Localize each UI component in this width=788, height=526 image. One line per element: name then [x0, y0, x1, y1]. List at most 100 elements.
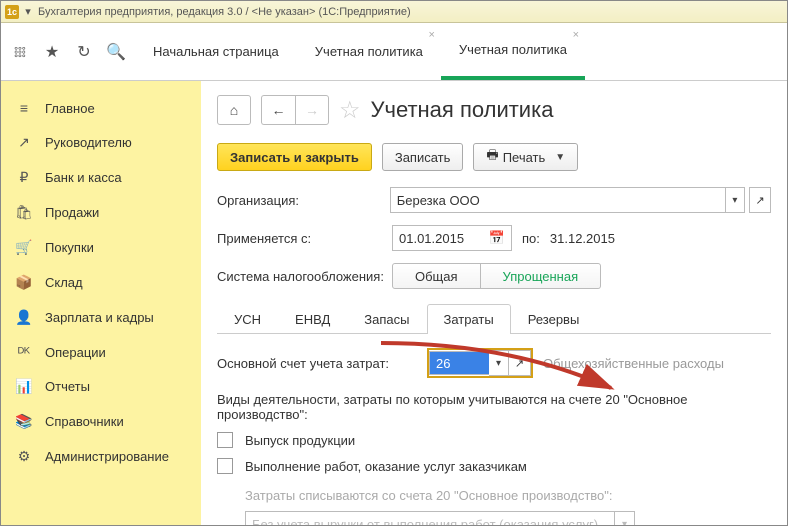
applied-from-input[interactable]: 01.01.2015 📅: [392, 225, 512, 251]
close-icon[interactable]: ×: [428, 29, 434, 41]
chevron-down-icon: ▼: [555, 152, 565, 163]
organization-dropdown-button[interactable]: ▾: [726, 187, 746, 213]
tab-label: Учетная политика: [315, 44, 423, 59]
sidebar-item-sales[interactable]: 🛍 Продажи: [1, 195, 201, 230]
sidebar-item-payroll[interactable]: 👤Зарплата и кадры: [1, 300, 201, 335]
top-tabs: Начальная страница Учетная политика × Уч…: [135, 23, 787, 80]
sidebar-item-label: Главное: [45, 101, 95, 116]
sidebar-menu: ≡ Главное ↗ Руководителю ₽ Банк и касса 🛍 Пр…: [1, 91, 201, 474]
subtab-envd[interactable]: ЕНВД: [278, 304, 347, 334]
sidebar-item-manager[interactable]: ↗ Руководителю: [1, 125, 201, 160]
window-dropdown-icon[interactable]: ▾: [22, 6, 34, 18]
page-title: Учетная политика: [371, 97, 554, 123]
workspace: ≡ Главное ↗ Руководителю ₽ Банк и касса 🛍 Пр…: [1, 81, 787, 525]
cost-account-open-button[interactable]: ↗: [509, 350, 531, 376]
favorite-toggle-icon[interactable]: ☆: [339, 96, 361, 125]
cost-account-dropdown-button[interactable]: ▾: [489, 350, 509, 376]
favorites-icon[interactable]: ★: [43, 43, 61, 61]
trend-icon: ↗: [15, 134, 33, 151]
sidebar-item-label: Покупки: [45, 240, 94, 255]
sidebar-item-label: Справочники: [45, 414, 124, 429]
cost-account-input[interactable]: 26: [429, 351, 489, 375]
cost-account-hint: Общехозяйственные расходы: [543, 356, 724, 371]
operations-icon: ᴰᴷ: [15, 344, 33, 360]
books-icon: 📚: [15, 413, 33, 430]
sidebar-item-main[interactable]: ≡ Главное: [1, 91, 201, 125]
page-header-row: ⌂ ← → ☆ Учетная политика: [217, 95, 771, 125]
checkbox-services[interactable]: [217, 458, 233, 474]
subtab-reserves[interactable]: Резервы: [511, 304, 597, 334]
bag-icon: 🛍: [15, 204, 33, 221]
checkbox-services-label: Выполнение работ, оказание услуг заказчи…: [245, 459, 527, 474]
cost-account-highlight: 26 ▾ ↗: [427, 348, 533, 378]
organization-open-button[interactable]: ↗: [749, 187, 771, 213]
history-icon[interactable]: ↻: [75, 43, 93, 61]
tax-system-label: Система налогообложения:: [217, 269, 392, 284]
checkbox-production-label: Выпуск продукции: [245, 433, 355, 448]
cart-icon: 🛒: [15, 239, 33, 256]
checkbox-row-production: Выпуск продукции: [217, 432, 771, 448]
applied-from-label: Применяется с:: [217, 231, 392, 246]
main-content: ⌂ ← → ☆ Учетная политика Записать и закр…: [201, 81, 787, 525]
window-title: Бухгалтерия предприятия, редакция 3.0 / …: [38, 6, 411, 18]
sidebar-item-reports[interactable]: 📊 Отчеты: [1, 369, 201, 404]
checkbox-production[interactable]: [217, 432, 233, 448]
to-label: по:: [522, 231, 540, 246]
tax-system-segmented: Общая Упрощенная: [392, 263, 601, 289]
sidebar-item-purchases[interactable]: 🛒 Покупки: [1, 230, 201, 265]
window-titlebar: 1c ▾ Бухгалтерия предприятия, редакция 3…: [1, 1, 787, 23]
writeoff-method-input: Без учета выручки от выполнения работ (о…: [245, 511, 615, 525]
nav-back-forward: ← →: [261, 95, 329, 125]
organization-input[interactable]: Березка ООО: [390, 187, 726, 213]
chart-icon: 📊: [15, 378, 33, 395]
forward-button[interactable]: →: [295, 95, 329, 125]
field-applied-from: Применяется с: 01.01.2015 📅 по: 31.12.20…: [217, 225, 771, 251]
subtab-stocks[interactable]: Запасы: [347, 304, 426, 334]
tab-accounting-policy-1[interactable]: Учетная политика ×: [297, 23, 441, 80]
calendar-icon[interactable]: 📅: [489, 230, 505, 246]
print-button[interactable]: 🖶 Печать ▼: [473, 143, 578, 171]
top-toolbar: 𐄡 ★ ↻ 🔍 Начальная страница Учетная полит…: [1, 23, 787, 81]
close-icon[interactable]: ×: [573, 29, 579, 41]
apps-icon[interactable]: 𐄡: [11, 43, 29, 61]
action-buttons-row: Записать и закрыть Записать 🖶 Печать ▼: [217, 143, 771, 171]
back-button[interactable]: ←: [261, 95, 295, 125]
subtab-usn[interactable]: УСН: [217, 304, 278, 334]
tax-option-general[interactable]: Общая: [392, 263, 481, 289]
sidebar-item-label: Администрирование: [45, 449, 169, 464]
sidebar-item-label: Руководителю: [45, 135, 132, 150]
gear-icon: ⚙: [15, 448, 33, 465]
activities-label: Виды деятельности, затраты по которым уч…: [217, 392, 771, 422]
save-and-close-button[interactable]: Записать и закрыть: [217, 143, 372, 171]
sidebar-item-label: Продажи: [45, 205, 99, 220]
home-button[interactable]: ⌂: [217, 95, 251, 125]
field-tax-system: Система налогообложения: Общая Упрощенна…: [217, 263, 771, 289]
sidebar-item-warehouse[interactable]: 📦Склад: [1, 265, 201, 300]
box-icon: 📦: [15, 274, 33, 291]
ruble-icon: ₽: [15, 169, 33, 186]
subtab-costs[interactable]: Затраты: [427, 304, 511, 334]
tab-start-page[interactable]: Начальная страница: [135, 23, 297, 80]
sidebar-item-admin[interactable]: ⚙ Администрирование: [1, 439, 201, 474]
sidebar-item-directories[interactable]: 📚 Справочники: [1, 404, 201, 439]
tax-option-simplified[interactable]: Упрощенная: [481, 263, 602, 289]
writeoff-method-dropdown-button: ▾: [615, 511, 635, 525]
search-icon[interactable]: 🔍: [107, 43, 125, 61]
quick-tools: 𐄡 ★ ↻ 🔍: [1, 23, 135, 80]
save-button[interactable]: Записать: [382, 143, 464, 171]
tab-label: Учетная политика: [459, 42, 567, 57]
sidebar-item-bank-cash[interactable]: ₽ Банк и касса: [1, 160, 201, 195]
person-icon: 👤: [15, 309, 33, 326]
applied-from-value: 01.01.2015: [399, 231, 464, 246]
menu-icon: ≡: [15, 100, 33, 116]
field-cost-account: Основной счет учета затрат: 26 ▾ ↗ Общех…: [217, 348, 771, 378]
tab-accounting-policy-2[interactable]: Учетная политика ×: [441, 23, 585, 80]
sidebar-item-label: Отчеты: [45, 379, 90, 394]
sidebar-item-label: Банк и касса: [45, 170, 122, 185]
app-icon: 1c: [5, 5, 19, 19]
tab-label: Начальная страница: [153, 44, 279, 59]
sidebar: ≡ Главное ↗ Руководителю ₽ Банк и касса 🛍 Пр…: [1, 81, 201, 525]
organization-label: Организация:: [217, 193, 390, 208]
sidebar-item-operations[interactable]: ᴰᴷОперации: [1, 335, 201, 369]
to-value: 31.12.2015: [550, 231, 615, 246]
